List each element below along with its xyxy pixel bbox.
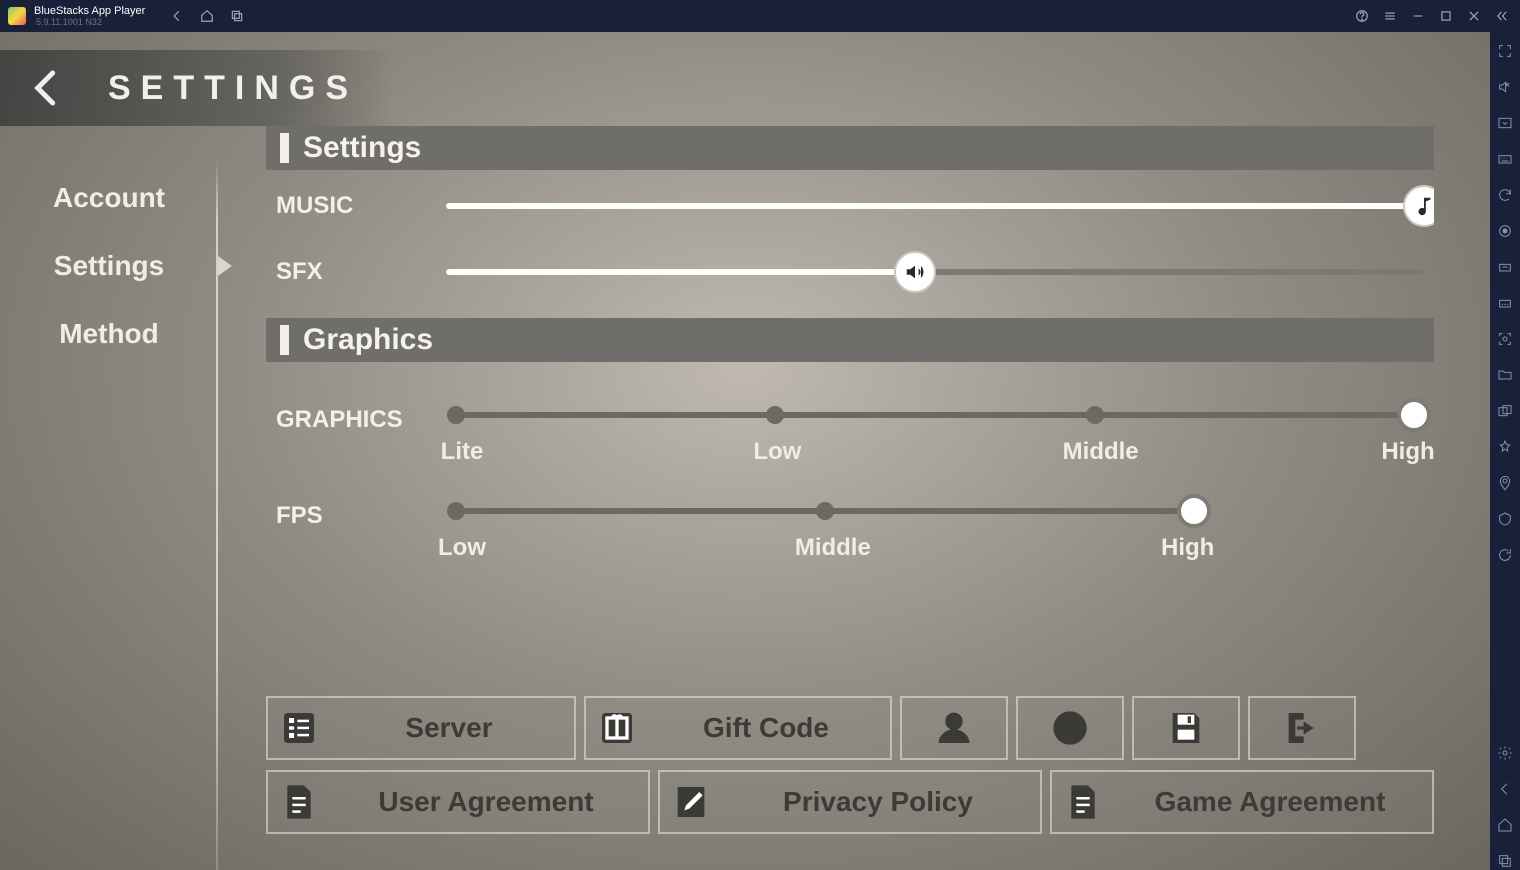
game-agreement-label: Game Agreement [1118,786,1422,818]
sync-icon[interactable] [1496,186,1514,204]
sfx-label: SFX [276,258,446,286]
recents-icon[interactable] [229,8,245,24]
nav-item-settings[interactable]: Settings [0,250,218,282]
fps-opt-high: High [1158,534,1218,562]
nav-item-method[interactable]: Method [0,318,218,350]
graphics-slider-thumb[interactable] [1397,398,1431,432]
graphics-opt-lite: Lite [432,438,492,466]
collapse-sidebar-icon[interactable] [1494,8,1510,24]
document-icon [278,781,320,823]
gift-code-button[interactable]: Gift Code [584,696,892,760]
sidebar-home-icon[interactable] [1496,816,1514,834]
nav-item-account[interactable]: Account [0,182,218,214]
sidebar-icon-2[interactable] [1496,258,1514,276]
section-title: Settings [303,131,421,165]
fps-slider[interactable]: Low Middle High [446,502,1204,562]
server-button[interactable]: Server [266,696,576,760]
server-label: Server [334,712,564,744]
music-slider[interactable] [446,186,1424,226]
menu-icon[interactable] [1382,8,1398,24]
page-title: SETTINGS [108,69,358,108]
bluestacks-sidebar [1490,32,1520,870]
home-icon[interactable] [199,8,215,24]
app-version: 5.9.11.1001 N32 [36,17,145,27]
user-agreement-button[interactable]: User Agreement [266,770,650,834]
fps-opt-middle: Middle [795,534,855,562]
section-title-graphics: Graphics [303,323,433,357]
graphics-slider[interactable]: Lite Low Middle High [446,406,1424,466]
save-icon [1165,707,1207,749]
back-button[interactable] [14,56,78,120]
bluestacks-logo-icon [8,7,26,25]
maximize-icon[interactable] [1438,8,1454,24]
svg-text:A: A [1066,733,1074,746]
privacy-policy-label: Privacy Policy [726,786,1030,818]
minimize-icon[interactable] [1410,8,1426,24]
gift-icon [596,707,638,749]
header-ribbon: SETTINGS [0,50,394,126]
section-header-settings: Settings [266,126,1434,170]
app-title: BlueStacks App Player [34,5,145,17]
privacy-policy-button[interactable]: Privacy Policy [658,770,1042,834]
graphics-quality-row: GRAPHICS Lite Low Middle High [276,406,1424,466]
sidebar-icon-1[interactable] [1496,114,1514,132]
sidebar-icon-3[interactable] [1496,438,1514,456]
music-row: MUSIC [276,186,1424,226]
keyboard-icon[interactable] [1496,150,1514,168]
location-icon[interactable] [1496,474,1514,492]
settings-icon[interactable] [1496,744,1514,762]
user-agreement-label: User Agreement [334,786,638,818]
fps-opt-low: Low [432,534,492,562]
fps-label: FPS [276,502,446,530]
help-icon[interactable] [1354,8,1370,24]
logout-button[interactable] [1248,696,1356,760]
game-agreement-button[interactable]: Game Agreement [1050,770,1434,834]
account-button[interactable] [900,696,1008,760]
section-header-graphics: Graphics [266,318,1434,362]
globe-icon: A [1049,707,1091,749]
graphics-opt-middle: Middle [1063,438,1123,466]
bottom-buttons: Server Gift Code A User Agreement [266,696,1434,834]
server-icon [278,707,320,749]
volume-icon[interactable] [1496,78,1514,96]
logout-icon [1281,707,1323,749]
fps-slider-thumb[interactable] [1177,494,1211,528]
sfx-slider-thumb[interactable] [894,251,936,293]
graphics-opt-high: High [1378,438,1434,466]
music-slider-thumb[interactable] [1403,185,1434,227]
fps-row: FPS Low Middle High [276,502,1424,562]
document-lines-icon [1062,781,1104,823]
close-icon[interactable] [1466,8,1482,24]
sfx-row: SFX [276,252,1424,292]
settings-nav: Account Settings Method [0,182,218,350]
sfx-slider[interactable] [446,252,1424,292]
rotate-icon[interactable] [1496,546,1514,564]
record-icon[interactable] [1496,222,1514,240]
language-button[interactable]: A [1016,696,1124,760]
multi-instance-icon[interactable] [1496,402,1514,420]
edit-document-icon [670,781,712,823]
sidebar-recents-icon[interactable] [1496,852,1514,870]
music-label: MUSIC [276,192,446,220]
apk-icon[interactable] [1496,294,1514,312]
graphics-label: GRAPHICS [276,406,446,434]
save-button[interactable] [1132,696,1240,760]
game-viewport: SETTINGS Account Settings Method Setting… [0,32,1490,870]
user-icon [933,707,975,749]
sidebar-back-icon[interactable] [1496,780,1514,798]
back-icon[interactable] [169,8,185,24]
fullscreen-icon[interactable] [1496,42,1514,60]
sidebar-icon-4[interactable] [1496,510,1514,528]
screenshot-icon[interactable] [1496,330,1514,348]
graphics-opt-low: Low [747,438,807,466]
folder-icon[interactable] [1496,366,1514,384]
bluestacks-titlebar: BlueStacks App Player 5.9.11.1001 N32 [0,0,1520,32]
gift-code-label: Gift Code [652,712,880,744]
